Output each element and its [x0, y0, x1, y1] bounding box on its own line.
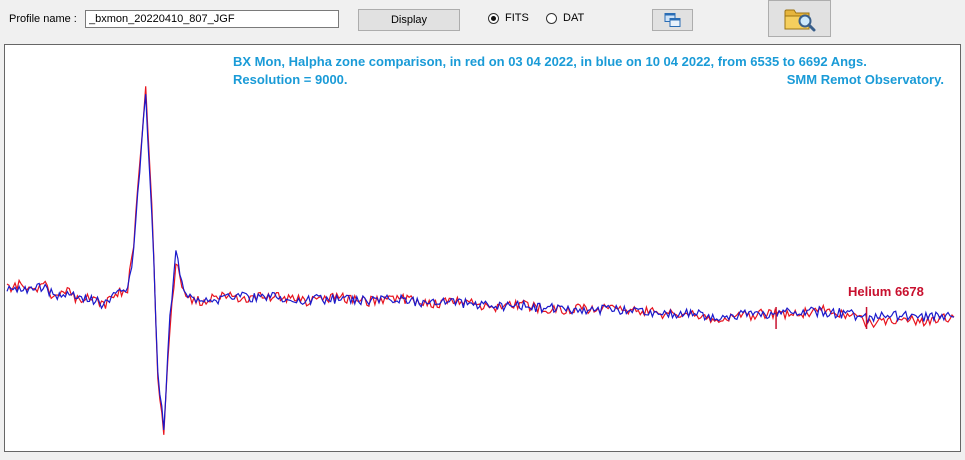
dat-radio-label: DAT: [563, 12, 585, 24]
display-button[interactable]: Display: [358, 9, 460, 31]
copy-button[interactable]: [652, 9, 693, 31]
chart-observatory-note: SMM Remot Observatory.: [786, 72, 944, 87]
profile-name-label: Profile name :: [9, 13, 77, 25]
profile-name-input[interactable]: [85, 10, 339, 28]
spectrum-viewer-window: Profile name : Display FITS DAT: [0, 0, 965, 460]
folder-search-icon: [784, 9, 815, 31]
chart-resolution-note: Resolution = 9000.: [233, 72, 348, 87]
spectrum-series-0: [6, 86, 955, 435]
dat-radio[interactable]: DAT: [546, 12, 584, 24]
chart-title-line1: BX Mon, Halpha zone comparison, in red o…: [233, 54, 867, 69]
spectrum-plot: BX Mon, Halpha zone comparison, in red o…: [4, 44, 961, 452]
fits-radio[interactable]: FITS: [488, 12, 529, 24]
spectrum-chart-svg: [6, 86, 955, 435]
fits-radio-dot[interactable]: [488, 12, 499, 24]
dat-radio-dot[interactable]: [546, 12, 557, 24]
fits-radio-label: FITS: [505, 12, 529, 24]
open-folder-button[interactable]: [768, 0, 831, 37]
toolbar: Profile name : Display FITS DAT: [0, 0, 965, 42]
helium-annotation: Helium 6678: [848, 284, 924, 299]
copy-windows-icon: [664, 13, 680, 27]
